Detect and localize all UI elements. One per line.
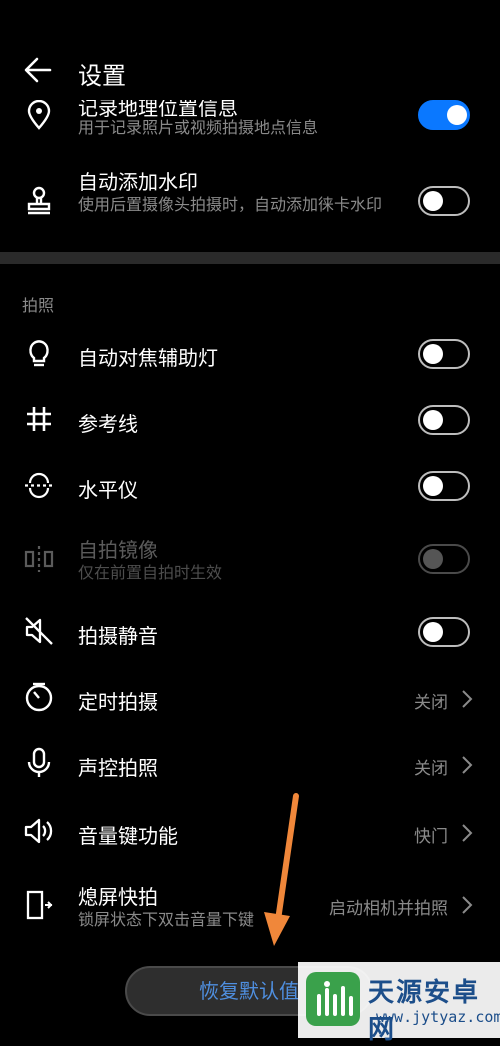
chevron-right-icon bbox=[462, 690, 473, 708]
focus-light-toggle[interactable] bbox=[418, 339, 470, 369]
grid-toggle[interactable] bbox=[418, 405, 470, 435]
chevron-right-icon bbox=[462, 896, 473, 914]
setting-row-quick-snap[interactable]: 熄屏快拍 锁屏状态下双击音量下键 启动相机并拍照 bbox=[0, 876, 500, 936]
mute-speaker-icon bbox=[22, 614, 56, 648]
watermark-toggle[interactable] bbox=[418, 186, 470, 216]
setting-label: 拍摄静音 bbox=[78, 624, 158, 648]
microphone-icon bbox=[22, 746, 56, 780]
setting-value: 关闭 bbox=[414, 693, 448, 713]
back-arrow-icon[interactable] bbox=[22, 54, 54, 86]
setting-description: 仅在前置自拍时生效 bbox=[78, 563, 223, 582]
setting-description: 使用后置摄像头拍摄时，自动添加徕卡水印 bbox=[78, 195, 383, 214]
watermark-url: www.jytyaz.com bbox=[376, 1008, 500, 1026]
page-title: 设置 bbox=[78, 62, 126, 90]
mute-toggle[interactable] bbox=[418, 617, 470, 647]
setting-label: 自拍镜像 bbox=[78, 538, 158, 562]
setting-value: 快门 bbox=[414, 827, 448, 847]
setting-row-focus-light[interactable]: 自动对焦辅助灯 bbox=[0, 334, 500, 374]
setting-label: 自动对焦辅助灯 bbox=[78, 346, 218, 370]
top-bar: 设置 bbox=[0, 0, 500, 100]
setting-row-watermark[interactable]: 自动添加水印 使用后置摄像头拍摄时，自动添加徕卡水印 bbox=[0, 164, 500, 244]
chevron-right-icon bbox=[462, 824, 473, 842]
setting-label: 声控拍照 bbox=[78, 756, 158, 780]
bulb-icon bbox=[22, 336, 56, 370]
setting-row-mirror[interactable]: 自拍镜像 仅在前置自拍时生效 bbox=[0, 532, 500, 588]
setting-row-mute[interactable]: 拍摄静音 bbox=[0, 612, 500, 652]
setting-description: 用于记录照片或视频拍摄地点信息 bbox=[78, 118, 319, 137]
setting-label: 参考线 bbox=[78, 412, 138, 436]
level-icon bbox=[22, 468, 56, 502]
setting-row-voice[interactable]: 声控拍照 关闭 bbox=[0, 744, 500, 784]
setting-value: 关闭 bbox=[414, 759, 448, 779]
site-logo-icon bbox=[306, 972, 360, 1026]
screen-off-icon bbox=[22, 888, 56, 922]
site-watermark: 天源安卓网 www.jytyaz.com bbox=[298, 962, 500, 1045]
setting-row-timer[interactable]: 定时拍摄 关闭 bbox=[0, 678, 500, 718]
level-toggle[interactable] bbox=[418, 471, 470, 501]
setting-label: 定时拍摄 bbox=[78, 690, 158, 714]
mirror-icon bbox=[22, 542, 56, 576]
setting-row-volume-key[interactable]: 音量键功能 快门 bbox=[0, 812, 500, 852]
section-title: 拍照 bbox=[22, 296, 55, 315]
setting-label: 自动添加水印 bbox=[78, 170, 198, 194]
setting-label: 熄屏快拍 bbox=[78, 885, 158, 909]
stamp-icon bbox=[22, 184, 56, 218]
setting-row-grid[interactable]: 参考线 bbox=[0, 400, 500, 440]
setting-row-level[interactable]: 水平仪 bbox=[0, 466, 500, 506]
volume-icon bbox=[22, 814, 56, 848]
location-pin-icon bbox=[22, 98, 56, 132]
location-toggle[interactable] bbox=[418, 100, 470, 130]
chevron-right-icon bbox=[462, 756, 473, 774]
setting-label: 水平仪 bbox=[78, 478, 138, 502]
setting-value: 启动相机并拍照 bbox=[329, 899, 448, 919]
grid-icon bbox=[22, 402, 56, 436]
section-divider bbox=[0, 252, 500, 264]
timer-icon bbox=[22, 680, 56, 714]
mirror-toggle bbox=[418, 544, 470, 574]
setting-label: 音量键功能 bbox=[78, 824, 178, 848]
